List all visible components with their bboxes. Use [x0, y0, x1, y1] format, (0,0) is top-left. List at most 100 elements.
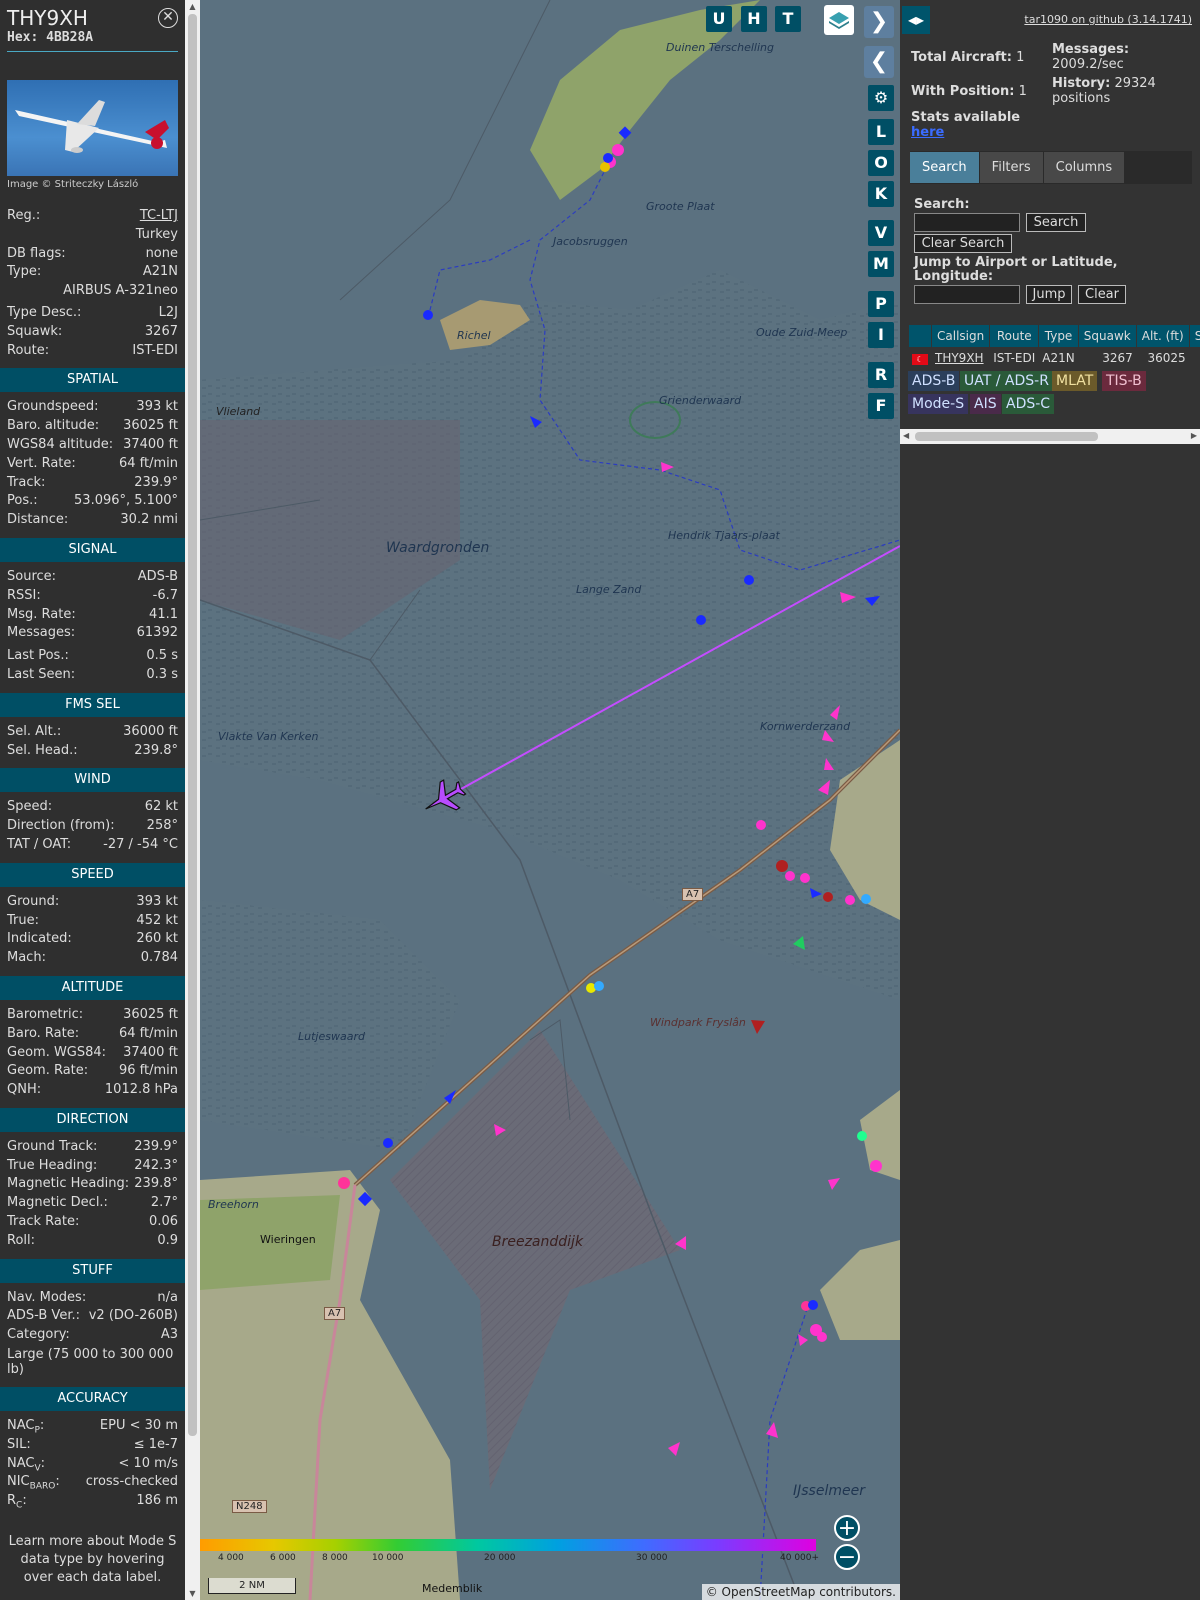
plus-icon: + [837, 1516, 857, 1541]
altitude-colorbar [200, 1539, 816, 1551]
info-row-value: 2.7° [150, 1195, 178, 1211]
btn-r[interactable]: R [868, 362, 894, 388]
info-row: True Heading: 242.3° [7, 1157, 178, 1176]
btn-u[interactable]: U [706, 6, 732, 32]
wind-rows: Speed: 62 kt Direction (from): 258° TAT / OA… [0, 798, 185, 854]
info-row: Last Pos.: 0.5 s [7, 647, 178, 666]
nacv-value: < 10 m/s [118, 1455, 178, 1471]
info-row: TAT / OAT: -27 / -54 °C [7, 836, 178, 855]
row-route: IST-EDI [990, 348, 1039, 368]
section-spatial: SPATIAL [0, 368, 185, 393]
info-row-value: 239.8° [134, 742, 178, 758]
col-speed[interactable]: Spd [1189, 325, 1200, 347]
table-hscroll[interactable]: ◀ ▶ [900, 429, 1200, 444]
info-row-label: True Heading: [7, 1157, 98, 1173]
btn-m[interactable]: M [868, 251, 894, 277]
section-fms: FMS SEL [0, 692, 185, 717]
info-row-label: Baro. Rate: [7, 1025, 80, 1041]
aircraft-photo[interactable] [7, 80, 178, 176]
info-row: Barometric: 36025 ft [7, 1006, 178, 1025]
image-credit: Image © Striteczky László [7, 179, 139, 190]
map-view[interactable]: Duinen Terschelling Groote Plaat Jacobsr… [200, 0, 900, 1600]
info-row-label: Track: [7, 474, 46, 490]
zoom-out-button[interactable]: − [834, 1544, 860, 1570]
hscroll-thumb[interactable] [915, 432, 1098, 441]
info-row-value: 393 kt [136, 893, 178, 909]
table-row[interactable]: ☾ THY9XH IST-EDI A21N 3267 36025 [909, 348, 1200, 368]
btn-k[interactable]: K [868, 181, 894, 207]
clear-jump-button[interactable]: Clear [1078, 285, 1126, 304]
btn-h[interactable]: H [741, 6, 767, 32]
section-direction: DIRECTION [0, 1107, 185, 1132]
btn-i[interactable]: I [868, 322, 894, 348]
info-row-value: 36000 ft [123, 723, 178, 739]
tab-filters[interactable]: Filters [979, 152, 1043, 183]
row-speed [1189, 348, 1200, 368]
info-row-value: ADS-B [137, 568, 178, 584]
info-row: WGS84 altitude: 37400 ft [7, 436, 178, 455]
reg-link[interactable]: TC-LTJ [140, 207, 178, 226]
col-squawk[interactable]: Squawk [1078, 325, 1136, 347]
col-type[interactable]: Type [1039, 325, 1078, 347]
info-panel-scrollbar[interactable]: ▲ ▼ [185, 0, 200, 1600]
legend-badge: ADS-C [1002, 394, 1055, 414]
scroll-right-icon[interactable]: ▶ [1191, 431, 1197, 440]
zoom-in-button[interactable]: + [834, 1515, 860, 1541]
info-row-value: 239.9° [134, 474, 178, 490]
layers-button[interactable] [824, 5, 854, 35]
map-attribution[interactable]: © OpenStreetMap contributors. [701, 1584, 900, 1600]
info-row: ADS-B Ver.: v2 (DO-260B) [7, 1307, 178, 1326]
info-row-value: 41.1 [149, 606, 178, 622]
btn-f[interactable]: F [868, 393, 894, 419]
btn-t[interactable]: T [775, 6, 801, 32]
col-flag[interactable] [909, 325, 931, 347]
scroll-down-icon[interactable]: ▼ [188, 1589, 197, 1598]
btn-o[interactable]: O [868, 150, 894, 176]
info-row-label: TAT / OAT: [7, 836, 72, 852]
country: Turkey [135, 226, 178, 242]
tab-search[interactable]: Search [910, 152, 979, 183]
scrollbar-thumb[interactable] [188, 14, 197, 1436]
info-header: THY9XH Hex: 4BB28A ✕ [0, 0, 185, 51]
clear-search-button[interactable]: Clear Search [914, 234, 1012, 253]
col-callsign[interactable]: Callsign [932, 325, 990, 347]
signal-rows: Source: ADS-B RSSI: -6.7 Msg. Rate: 41.1 Messa… [0, 568, 185, 685]
chevron-left-icon: ❮ [869, 49, 889, 74]
jump-input[interactable] [914, 285, 1020, 304]
info-row-value: 452 kt [136, 912, 178, 928]
col-route[interactable]: Route [990, 325, 1039, 347]
label-lutjeswaard: Lutjeswaard [298, 1030, 365, 1043]
messages-rate: Messages: 2009.2/sec [1052, 42, 1130, 72]
info-row-value: 242.3° [134, 1157, 178, 1173]
info-row: Indicated: 260 kt [7, 930, 178, 949]
header-divider [7, 51, 178, 52]
search-button[interactable]: Search [1026, 213, 1086, 232]
route-label: Route: [7, 342, 50, 358]
jump-button[interactable]: Jump [1026, 285, 1072, 304]
section-accuracy: ACCURACY [0, 1387, 185, 1412]
close-icon[interactable]: ✕ [158, 8, 178, 28]
dbflags-label: DB flags: [7, 245, 66, 261]
btn-l[interactable]: L [868, 119, 894, 145]
search-input[interactable] [914, 213, 1020, 232]
stats-link[interactable]: here [911, 125, 944, 140]
scroll-up-icon[interactable]: ▲ [188, 2, 197, 11]
btn-v[interactable]: V [868, 220, 894, 246]
settings-button[interactable]: ⚙ [868, 85, 894, 111]
toggle-layout-button[interactable]: ◂▸ [902, 6, 930, 34]
scroll-left-icon[interactable]: ◀ [903, 431, 909, 440]
info-row-value: 0.9 [157, 1232, 178, 1248]
tab-columns[interactable]: Columns [1043, 152, 1125, 183]
col-alt[interactable]: Alt. (ft) [1136, 325, 1189, 347]
row-callsign[interactable]: THY9XH [932, 348, 990, 368]
info-row-value: 62 kt [144, 799, 178, 815]
info-row-label: Category: [7, 1327, 70, 1343]
btn-p[interactable]: P [868, 291, 894, 317]
collapse-left-button[interactable]: ❮ [864, 46, 894, 78]
info-row: Baro. Rate: 64 ft/min [7, 1025, 178, 1044]
info-row-value: 36025 ft [123, 418, 178, 434]
expand-right-button[interactable]: ❯ [864, 6, 894, 38]
github-link[interactable]: tar1090 on github (3.14.1741) [1024, 13, 1192, 26]
info-row-label: Track Rate: [7, 1214, 80, 1230]
label-a7-road: A7 [682, 888, 704, 901]
